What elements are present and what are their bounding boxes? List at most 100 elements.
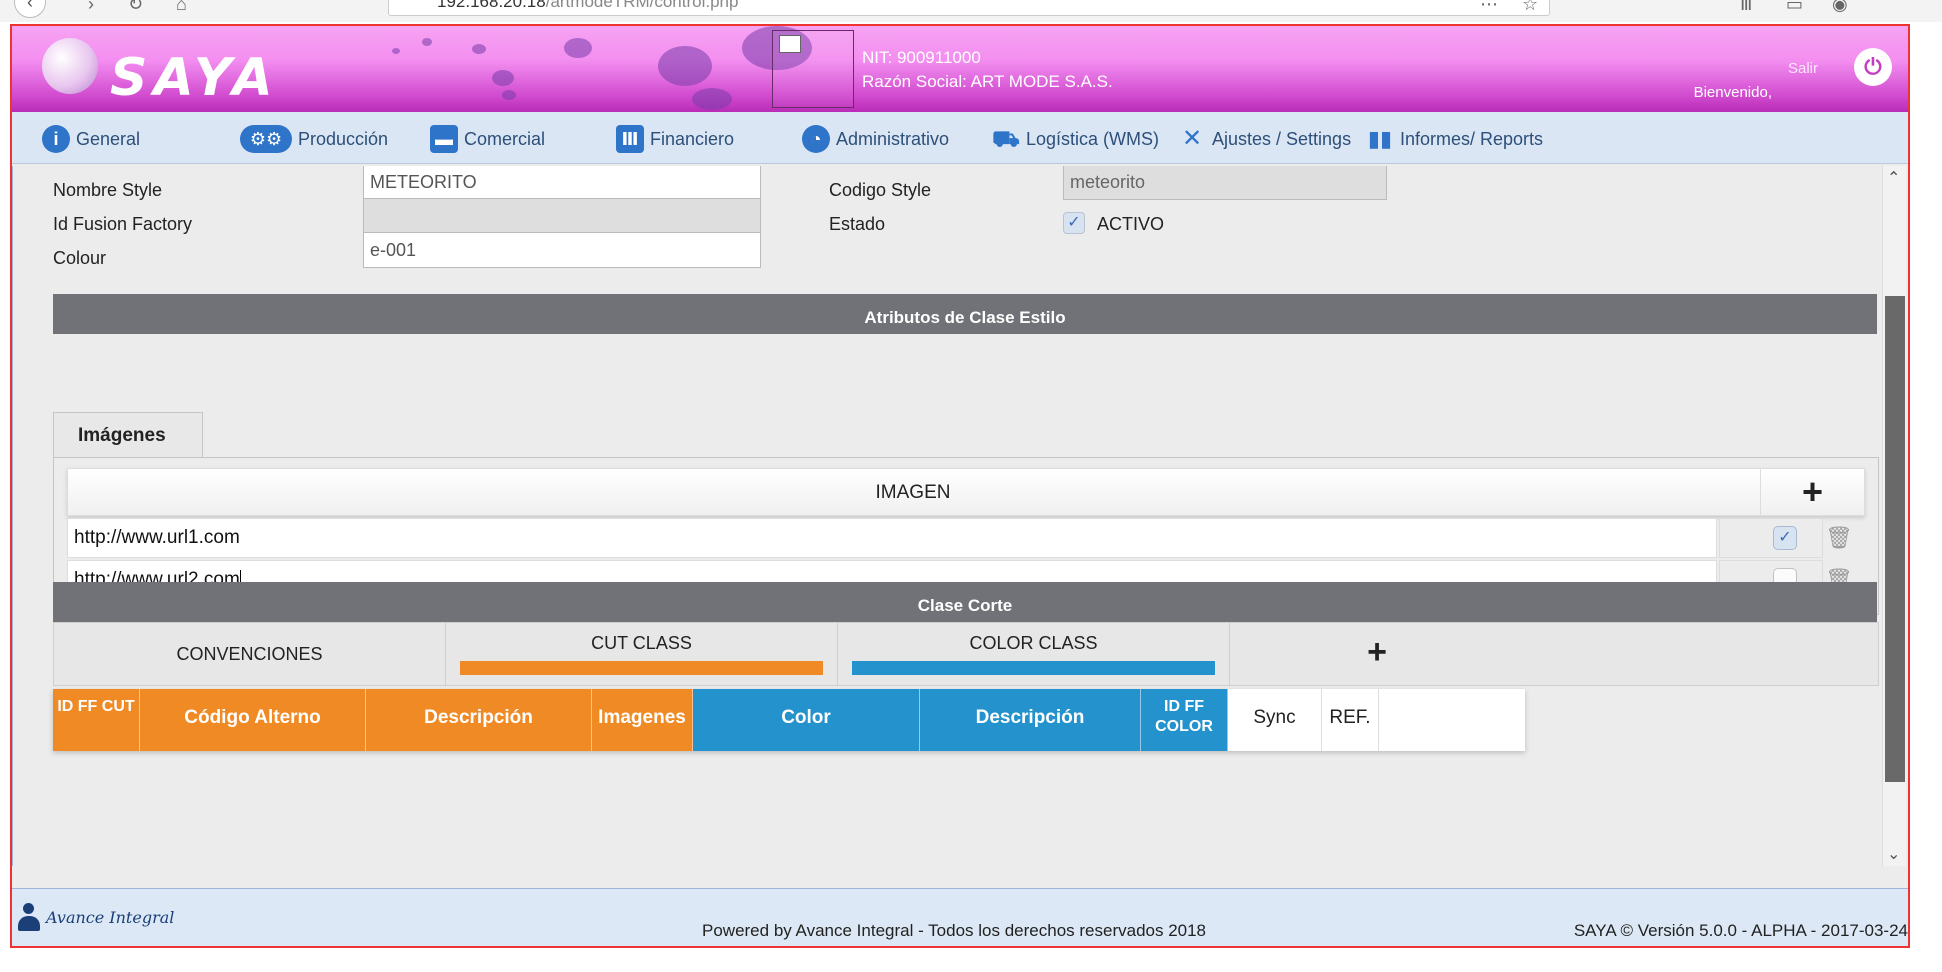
estado-checkbox[interactable]: ✓ (1063, 212, 1085, 234)
decor-bubble (392, 48, 400, 54)
image-url-input[interactable]: http://www.url1.com (67, 518, 1717, 558)
nombre-style-input[interactable]: METEORITO (363, 166, 761, 200)
saya-logo[interactable]: SAYA (42, 34, 342, 108)
bar-chart-icon: ▮▮ (1367, 126, 1393, 151)
menu-financiero[interactable]: Ⅲ Financiero (616, 124, 734, 154)
id-fusion-label: Id Fusion Factory (53, 214, 193, 234)
gears-icon: ⚙⚙ (240, 125, 292, 153)
color-class-legend: COLOR CLASS (838, 623, 1230, 685)
tab-imagenes[interactable]: Imágenes (53, 412, 203, 458)
logo-text: SAYA (110, 48, 279, 108)
nombre-style-label: Nombre Style (53, 180, 163, 200)
url-host: 192.168.20.18 (437, 0, 546, 11)
menu-financiero-label: Financiero (650, 128, 735, 149)
estado-value: ACTIVO (1097, 214, 1165, 234)
col-sync[interactable]: Sync (1228, 689, 1322, 751)
id-fusion-input[interactable] (363, 198, 761, 234)
codigo-style-input[interactable]: meteorito (1063, 166, 1387, 200)
reload-icon[interactable]: ↻ (128, 0, 143, 15)
imagenes-table: IMAGEN + http://www.url1.com ✓ 🗑 http://… (67, 468, 1865, 600)
menu-general-label: General (76, 128, 141, 149)
colour-label: Colour (53, 248, 107, 268)
browser-toolbar: ‹ › ↻ ⌂ 192.168.20.18/artmodeTRM/control… (0, 0, 1942, 22)
main-content: Nombre Style METEORITO Codigo Style mete… (12, 166, 1886, 866)
cut-class-legend: CUT CLASS (446, 623, 838, 685)
sidebar-icon[interactable]: ▭ (1786, 0, 1803, 15)
page-bottom-margin (0, 950, 1942, 972)
add-clase-corte-button[interactable]: + (1230, 623, 1524, 685)
menu-comercial[interactable]: ▬ Comercial (430, 124, 545, 154)
menu-general[interactable]: i General (42, 124, 140, 154)
company-logo-image (772, 30, 854, 108)
broken-image-icon (779, 35, 801, 53)
convenciones-label: CONVENCIONES (54, 623, 446, 685)
color-class-label: COLOR CLASS (969, 633, 1098, 653)
decor-bubble (564, 38, 592, 58)
col-id-ff-color-line1: ID FF (1164, 698, 1204, 715)
hand-truck-icon: ⛟ (992, 126, 1020, 151)
app-frame: SAYA NIT: 900911000 Razón Social: ART MO… (10, 24, 1910, 948)
bookmark-icon[interactable]: ☆ (1522, 0, 1538, 15)
footer-version: SAYA © Versión 5.0.0 - ALPHA - 2017-03-2… (1573, 921, 1908, 940)
menu-logistica[interactable]: ⛟ Logística (WMS) (992, 124, 1159, 154)
url-path: /artmodeTRM/control.php (545, 0, 739, 11)
menu-ajustes[interactable]: ✕ Ajustes / Settings (1178, 124, 1351, 154)
col-codigo-alterno[interactable]: Código Alterno (140, 689, 366, 751)
company-nit: NIT: 900911000 (862, 48, 981, 67)
colour-input[interactable]: e-001 (363, 232, 761, 268)
company-razon-social: Razón Social: ART MODE S.A.S. (862, 72, 1113, 91)
imagenes-table-header: IMAGEN + (67, 468, 1865, 517)
col-color[interactable]: Color (693, 689, 920, 751)
color-class-swatch (852, 661, 1215, 675)
person-icon (18, 903, 40, 931)
decor-bubble (492, 70, 514, 86)
convenciones-row: CONVENCIONES CUT CLASS COLOR CLASS + (53, 622, 1879, 686)
back-icon[interactable]: ‹ (14, 0, 46, 18)
scroll-up-icon[interactable]: ⌃ (1887, 168, 1900, 188)
col-id-ff-color[interactable]: ID FF COLOR (1141, 689, 1228, 751)
wrench-icon: ✕ (1181, 125, 1203, 152)
imagen-column-header: IMAGEN (875, 482, 951, 503)
col-ref[interactable]: REF. (1322, 689, 1379, 751)
address-bar[interactable]: 192.168.20.18/artmodeTRM/control.php (388, 0, 1550, 16)
menu-administrativo[interactable]: ◔ Administrativo (802, 124, 949, 154)
main-menu: i General ⚙⚙ Producción ▬ Comercial Ⅲ Fi… (12, 112, 1908, 164)
scrollbar-thumb[interactable] (1885, 296, 1905, 782)
home-icon[interactable]: ⌂ (176, 0, 187, 15)
briefcase-icon: ▬ (430, 125, 458, 153)
clase-corte-columns: ID FF CUT Código Alterno Descripción Ima… (53, 689, 1525, 751)
library-icon[interactable]: Ⅲ (1740, 0, 1752, 15)
decor-bubble (692, 88, 732, 110)
menu-informes[interactable]: ▮▮ Informes/ Reports (1366, 124, 1543, 154)
clase-corte-section-header: Clase Corte (53, 582, 1877, 622)
estado-label: Estado (829, 214, 886, 234)
avance-integral-logo: Avance Integral (18, 903, 174, 931)
company-info: NIT: 900911000 Razón Social: ART MODE S.… (862, 46, 1113, 94)
footer-logo-text: Avance Integral (46, 907, 175, 927)
power-icon[interactable]: ⏻ (1854, 48, 1892, 86)
col-descripcion-color[interactable]: Descripción (920, 689, 1141, 751)
image-row-checkbox[interactable]: ✓ (1773, 526, 1797, 550)
row-actions-cell (1719, 518, 1823, 558)
welcome-text: Bienvenido, (1693, 84, 1772, 101)
app-footer: Avance Integral Powered by Avance Integr… (12, 888, 1908, 946)
decor-bubble (502, 90, 516, 100)
col-descripcion-cut[interactable]: Descripción (366, 689, 592, 751)
col-imagenes[interactable]: Imagenes (592, 689, 693, 751)
footer-powered-by: Powered by Avance Integral - Todos los d… (702, 921, 1207, 940)
table-row: http://www.url1.com ✓ 🗑 (67, 518, 1865, 558)
col-empty (1379, 689, 1525, 751)
extension-icon[interactable]: ◉ (1832, 0, 1848, 15)
forward-icon[interactable]: › (88, 0, 94, 15)
more-icon[interactable]: ⋯ (1480, 0, 1498, 15)
menu-produccion[interactable]: ⚙⚙ Producción (240, 124, 388, 154)
add-image-button[interactable]: + (1760, 469, 1864, 517)
scroll-down-icon[interactable]: ⌄ (1887, 844, 1900, 864)
salir-label[interactable]: Salir (1788, 60, 1818, 77)
codigo-style-label: Codigo Style (829, 180, 932, 200)
atributos-section-header: Atributos de Clase Estilo (53, 294, 1877, 334)
content-scrollbar[interactable]: ⌃ ⌄ (1882, 166, 1906, 866)
col-id-ff-color-line2: COLOR (1155, 718, 1213, 735)
trash-icon[interactable]: 🗑 (1825, 524, 1853, 552)
col-id-ff-cut[interactable]: ID FF CUT (53, 689, 140, 751)
